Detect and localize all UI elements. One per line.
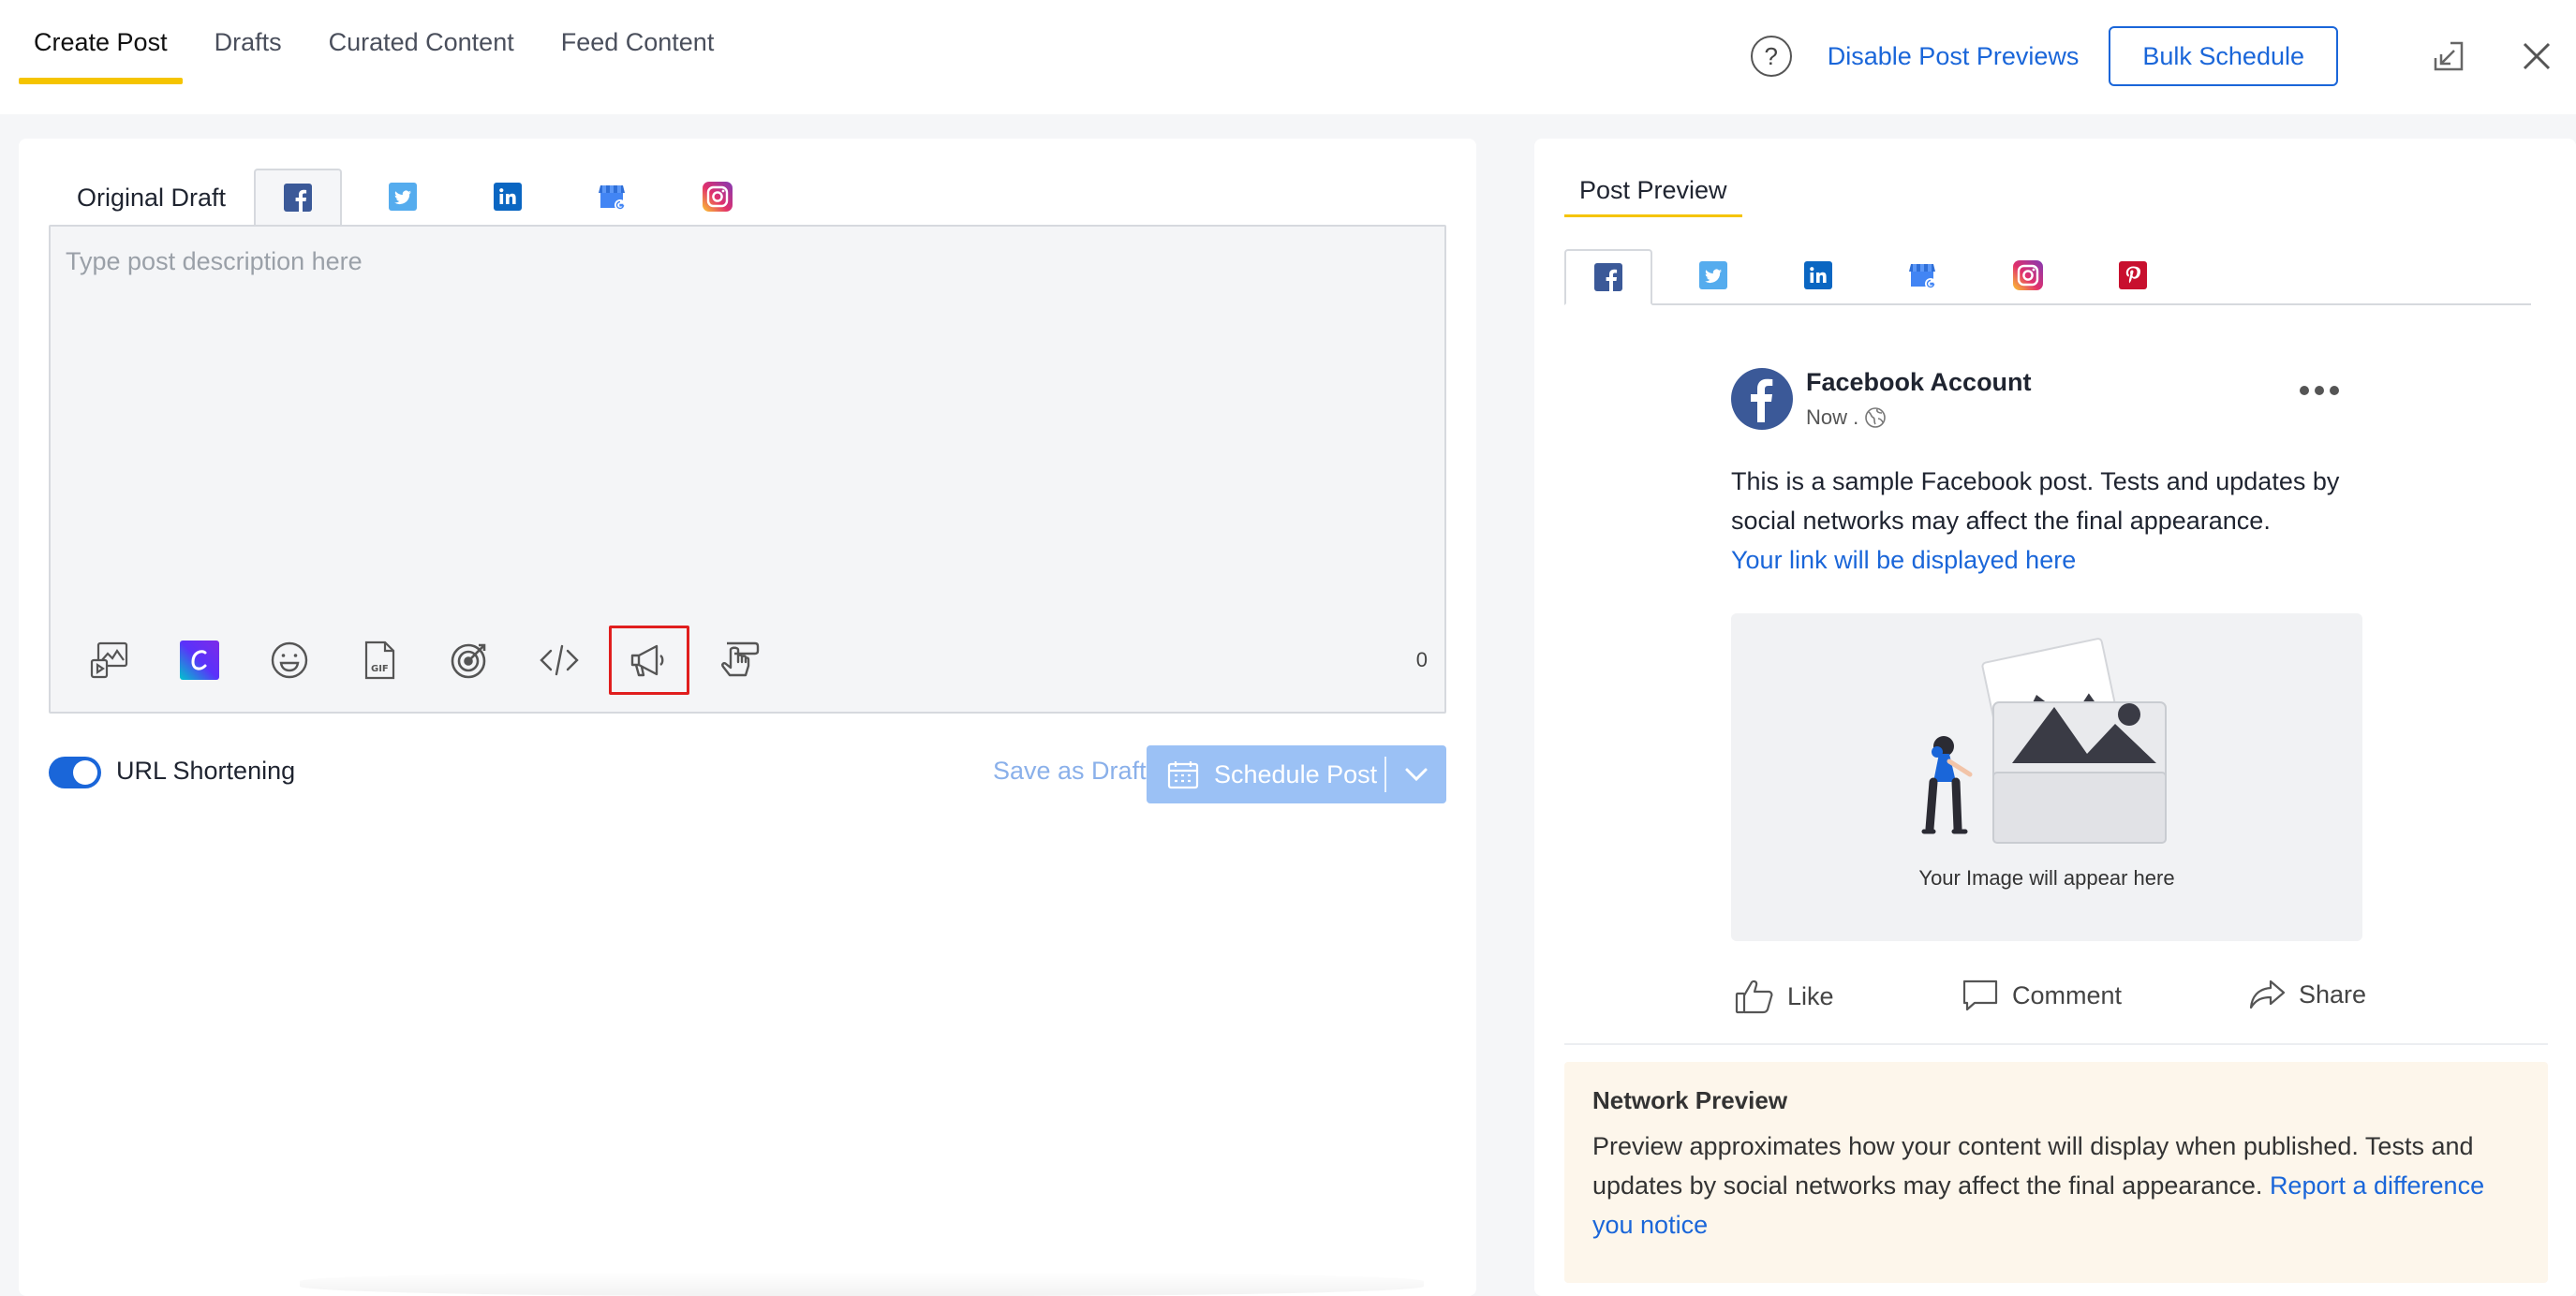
gif-icon[interactable]: GIF: [339, 626, 420, 695]
facebook-post-preview: Facebook Account Now . This is a sample …: [1731, 368, 2366, 1025]
preview-network-tabs: [1564, 247, 2531, 305]
url-shortening-toggle[interactable]: [49, 757, 101, 788]
twitter-tab[interactable]: [359, 169, 447, 225]
calendar-icon: [1167, 759, 1199, 789]
linkedin-icon: [1804, 261, 1832, 289]
svg-text:GIF: GIF: [371, 664, 389, 674]
post-preview-title[interactable]: Post Preview: [1564, 167, 1742, 217]
preview-twitter-tab[interactable]: [1669, 247, 1757, 303]
post-body-text: This is a sample Facebook post. Tests an…: [1731, 467, 2340, 535]
tab-curated-content[interactable]: Curated Content: [314, 0, 529, 84]
post-actions: Like Comment Share: [1731, 979, 2366, 1025]
google-business-icon: [1909, 264, 1936, 289]
canva-icon[interactable]: [159, 626, 240, 695]
facebook-tab[interactable]: [254, 169, 343, 225]
comment-action[interactable]: Comment: [1962, 979, 2122, 1012]
preview-facebook-tab[interactable]: [1564, 249, 1652, 305]
preview-google-business-tab[interactable]: [1879, 247, 1967, 303]
google-business-tab[interactable]: [569, 169, 657, 225]
notice-title: Network Preview: [1592, 1086, 1788, 1114]
bulk-schedule-button[interactable]: Bulk Schedule: [2109, 26, 2338, 86]
emoji-icon[interactable]: [249, 626, 330, 695]
composer-actions: URL Shortening Save as Draft Schedule Po…: [49, 745, 1446, 805]
question-circle-icon[interactable]: ?: [1750, 36, 1792, 77]
post-time-text: Now .: [1806, 405, 1859, 429]
tab-original-draft[interactable]: Original Draft: [49, 170, 254, 225]
image-caption: Your Image will appear here: [1918, 866, 2175, 890]
pinterest-icon: [2119, 261, 2147, 289]
editor-toolbar: GIF: [69, 626, 789, 695]
globe-icon: [1865, 407, 1887, 428]
post-header: Facebook Account Now .: [1731, 368, 2362, 435]
instagram-icon: [703, 182, 733, 212]
preview-pinterest-tab[interactable]: [2089, 247, 2177, 303]
preview-panel: Post Preview Facebook Account Now . This…: [1534, 139, 2576, 1296]
comment-label: Comment: [2012, 980, 2123, 1009]
facebook-icon: [284, 184, 313, 212]
linkedin-icon: [494, 183, 523, 211]
schedule-post-label: Schedule Post: [1214, 759, 1378, 788]
close-icon[interactable]: [2516, 36, 2557, 77]
post-description-placeholder[interactable]: Type post description here: [66, 247, 363, 276]
media-icon[interactable]: [69, 626, 150, 695]
image-placeholder: Your Image will appear here: [1731, 613, 2362, 941]
twitter-icon: [389, 183, 418, 211]
notice-body: Preview approximates how your content wi…: [1592, 1127, 2520, 1244]
code-icon[interactable]: [519, 626, 600, 695]
share-action[interactable]: Share: [2248, 979, 2366, 1010]
facebook-avatar-icon: [1731, 368, 1793, 430]
like-label: Like: [1787, 981, 1834, 1010]
share-icon: [2249, 979, 2286, 1009]
comment-icon: [1962, 979, 1998, 1011]
composer-panel: Original Draft Type post description her…: [19, 139, 1476, 1296]
network-preview-notice: Network Preview Preview approximates how…: [1564, 1062, 2548, 1283]
share-label: Share: [2299, 979, 2367, 1009]
account-name: Facebook Account: [1806, 368, 2032, 396]
thumbs-up-icon: [1735, 979, 1773, 1014]
google-business-icon: [599, 185, 627, 211]
main-tabs: Create Post Drafts Curated Content Feed …: [19, 0, 746, 114]
minimize-icon[interactable]: [2428, 36, 2469, 77]
disable-post-previews-link[interactable]: Disable Post Previews: [1828, 42, 2080, 71]
url-shortening-label: URL Shortening: [116, 757, 296, 785]
target-icon[interactable]: [429, 626, 510, 695]
post-time: Now .: [1806, 405, 1887, 430]
instagram-icon: [2013, 260, 2043, 290]
save-as-draft-button[interactable]: Save as Draft: [993, 757, 1147, 786]
top-right-actions: ? Disable Post Previews Bulk Schedule: [1750, 26, 2557, 86]
hand-pointer-icon[interactable]: [699, 626, 779, 695]
panel-shadow: [300, 1272, 1424, 1296]
tab-drafts[interactable]: Drafts: [200, 0, 297, 84]
facebook-icon: [1594, 263, 1622, 291]
post-editor[interactable]: Type post description here GIF 0: [49, 225, 1446, 714]
more-options-icon[interactable]: [2299, 385, 2340, 396]
button-separator: [1384, 757, 1386, 792]
megaphone-icon[interactable]: [609, 626, 689, 695]
top-bar: Create Post Drafts Curated Content Feed …: [0, 0, 2576, 114]
preview-divider: [1564, 1043, 2548, 1045]
like-action[interactable]: Like: [1735, 979, 1834, 1014]
tab-feed-content[interactable]: Feed Content: [546, 0, 730, 84]
network-tabs: Original Draft: [49, 169, 778, 225]
schedule-post-button[interactable]: Schedule Post: [1147, 745, 1446, 803]
image-placeholder-illustration: [1921, 638, 2167, 844]
instagram-tab[interactable]: [674, 169, 762, 225]
post-link[interactable]: Your link will be displayed here: [1731, 540, 2362, 580]
character-count: 0: [1415, 648, 1428, 671]
linkedin-tab[interactable]: [464, 169, 552, 225]
preview-linkedin-tab[interactable]: [1774, 247, 1862, 303]
twitter-icon: [1699, 261, 1727, 289]
tab-create-post[interactable]: Create Post: [19, 0, 183, 84]
preview-instagram-tab[interactable]: [1984, 247, 2072, 303]
chevron-down-icon[interactable]: [1403, 762, 1429, 791]
